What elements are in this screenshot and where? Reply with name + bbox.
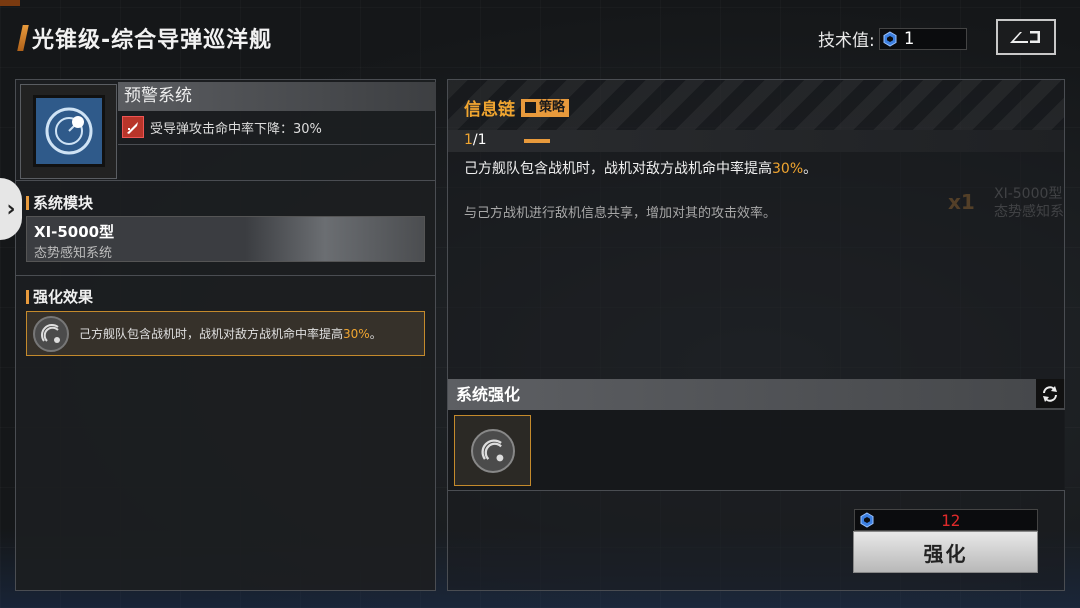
page-title: 光锥级-综合导弹巡洋舰 — [32, 28, 273, 53]
effect-card: 己方舰队包含战机时，战机对敌方战机命中率提高30%。 — [26, 311, 425, 356]
section-divider — [16, 275, 435, 276]
enhance-slot[interactable] — [454, 415, 531, 486]
back-button[interactable] — [996, 19, 1056, 55]
level-row: 1/1 — [448, 130, 1064, 152]
info-effect-text: 己方舰队包含战机时，战机对敌方战机命中率提高30%。 — [464, 161, 818, 177]
tech-value-display: 技术值: 1 — [818, 26, 967, 51]
signal-icon — [33, 315, 69, 352]
cost-value: 12 — [941, 511, 961, 530]
tech-label: 技术值: — [818, 31, 875, 51]
background-module-label: XI-5000型 态势感知系 — [994, 186, 1064, 220]
enhance-section-header: 系统强化 — [448, 379, 1065, 410]
enhance-button[interactable]: 强化 — [853, 531, 1038, 573]
back-icon — [1010, 31, 1040, 43]
info-title-row: 信息链 策略 — [464, 95, 570, 120]
level-bar — [524, 139, 550, 143]
effect-text: 己方舰队包含战机时，战机对敌方战机命中率提高30%。 — [79, 327, 382, 341]
tag-icon — [525, 102, 536, 113]
info-flavor-text: 与己方战机进行敌机信息共享，增加对其的攻击效率。 — [464, 206, 777, 221]
system-name: 预警系统 — [118, 82, 436, 111]
missile-icon — [122, 116, 144, 138]
system-debuff-text: 受导弹攻击命中率下降：30% — [150, 121, 322, 137]
header-title-bar: 光锥级-综合导弹巡洋舰 — [17, 22, 273, 54]
enhance-slot-area — [448, 410, 1065, 491]
radar-icon — [45, 107, 93, 155]
module-sub: 态势感知系统 — [34, 246, 113, 261]
enhance-cost: 12 — [854, 509, 1038, 531]
info-panel: 信息链 策略 1/1 己方舰队包含战机时，战机对敌方战机命中率提高30%。 与己… — [447, 79, 1065, 591]
module-card[interactable]: XI-5000型 态势感知系统 — [26, 216, 425, 262]
refresh-icon — [1043, 385, 1057, 402]
effect-section-title: 强化效果 — [26, 286, 93, 307]
corner-accent — [0, 0, 20, 6]
module-section-title: 系统模块 — [26, 192, 93, 213]
system-icon-frame — [20, 84, 117, 179]
info-title: 信息链 — [464, 100, 515, 120]
signal-icon — [470, 428, 515, 473]
chevron-right-icon: › — [6, 196, 16, 222]
refresh-button[interactable] — [1036, 379, 1064, 408]
strategy-tag: 策略 — [521, 98, 570, 117]
hexagon-chip-icon — [860, 512, 874, 528]
hexagon-chip-icon — [883, 30, 897, 47]
tech-value: 1 — [903, 28, 914, 49]
system-debuff-row: 受导弹攻击命中率下降：30% — [122, 116, 322, 138]
tech-value-box: 1 — [878, 27, 967, 50]
section-divider — [16, 180, 435, 181]
system-detail-panel: 预警系统 受导弹攻击命中率下降：30% 系统模块 XI-5000型 态势感知系统… — [15, 79, 436, 591]
desc-divider — [118, 144, 436, 145]
module-name: XI-5000型 — [34, 223, 115, 241]
level-text: 1/1 — [464, 132, 487, 148]
background-count: x1 — [948, 190, 975, 214]
system-icon-tile — [33, 95, 105, 167]
